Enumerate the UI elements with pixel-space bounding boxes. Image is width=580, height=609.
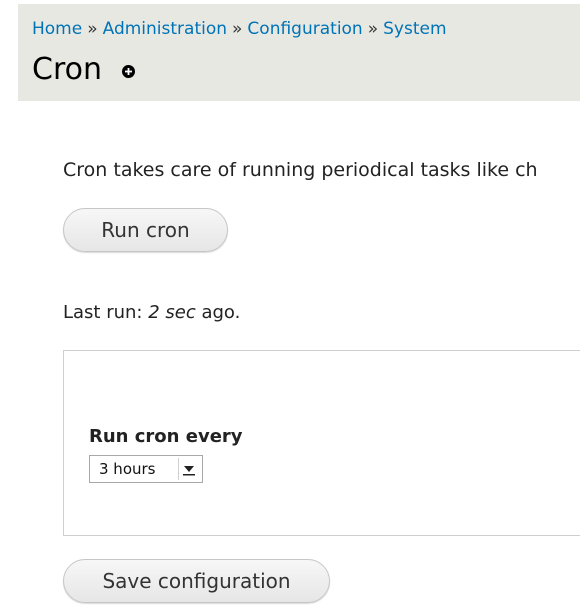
page-title-text: Cron: [32, 52, 102, 87]
run-cron-every-select[interactable]: 3 hours: [89, 455, 203, 483]
run-cron-every-label: Run cron every: [89, 426, 243, 447]
last-run-prefix: Last run:: [63, 302, 149, 323]
page-header: Home» Administration» Configuration» System…: [18, 4, 580, 101]
breadcrumb: Home» Administration» Configuration» System: [32, 19, 447, 39]
dropdown-arrow-icon[interactable]: [178, 458, 199, 480]
cron-settings-fieldset: Run cron every 3 hours: [63, 350, 580, 536]
run-cron-button[interactable]: Run cron: [63, 208, 228, 252]
save-configuration-button[interactable]: Save configuration: [63, 559, 330, 603]
breadcrumb-separator: »: [232, 19, 243, 39]
breadcrumb-system[interactable]: System: [383, 19, 446, 39]
breadcrumb-home[interactable]: Home: [32, 19, 82, 39]
breadcrumb-configuration[interactable]: Configuration: [247, 19, 362, 39]
select-value: 3 hours: [99, 460, 156, 478]
last-run-status: Last run: 2 sec ago.: [63, 302, 240, 323]
last-run-value: 2 sec: [148, 302, 196, 323]
cron-description: Cron takes care of running periodical ta…: [63, 159, 538, 181]
plus-circle-icon[interactable]: [122, 65, 135, 78]
breadcrumb-administration[interactable]: Administration: [103, 19, 227, 39]
page: Home» Administration» Configuration» System…: [0, 0, 580, 609]
page-title: Cron: [32, 52, 135, 87]
breadcrumb-separator: »: [87, 19, 98, 39]
breadcrumb-separator: »: [367, 19, 379, 39]
last-run-suffix: ago.: [195, 302, 241, 323]
